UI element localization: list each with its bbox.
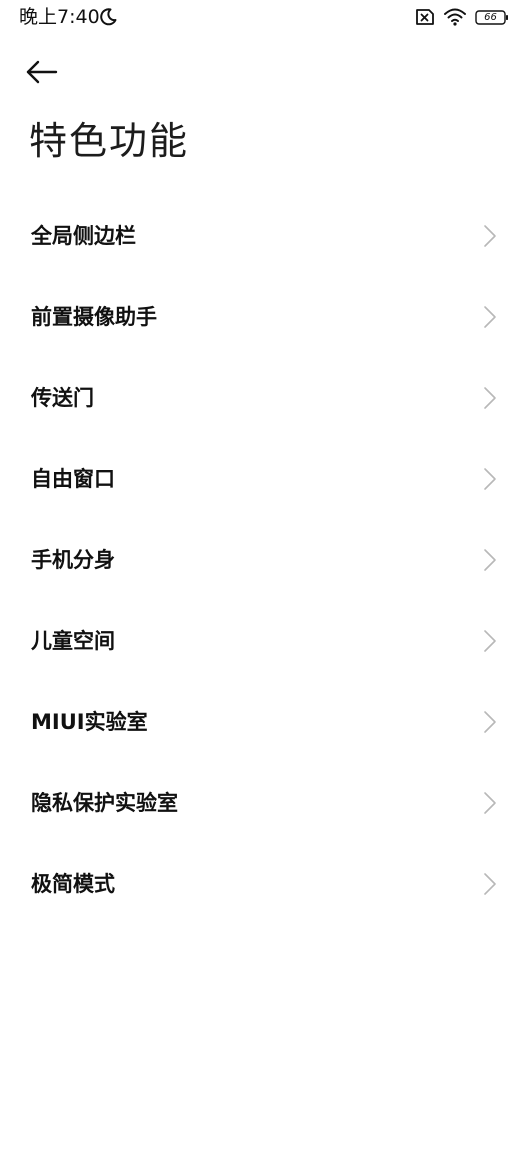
chevron-right-icon [484, 873, 496, 895]
list-item-label: 前置摄像助手 [31, 305, 157, 329]
list-item-kids-space[interactable]: 儿童空间 [0, 601, 527, 682]
list-item-free-window[interactable]: 自由窗口 [0, 439, 527, 520]
list-item-label: 儿童空间 [31, 629, 115, 653]
battery-level: 66 [484, 11, 497, 23]
chevron-right-icon [484, 792, 496, 814]
chevron-right-icon [484, 549, 496, 571]
wifi-icon [444, 8, 466, 26]
list-item-front-camera-assistant[interactable]: 前置摄像助手 [0, 277, 527, 358]
chevron-right-icon [484, 306, 496, 328]
list-item-label: 传送门 [31, 386, 94, 410]
status-icons: 66 [413, 7, 509, 27]
list-item-label: 自由窗口 [31, 467, 115, 491]
list-item-label: 手机分身 [31, 548, 115, 572]
moon-icon [100, 8, 117, 26]
chevron-right-icon [484, 225, 496, 247]
chevron-right-icon [484, 630, 496, 652]
status-time: 晚上7:40 [19, 6, 100, 28]
list-item-label: 极简模式 [31, 872, 115, 896]
back-arrow-icon [26, 60, 58, 84]
back-button[interactable] [24, 54, 68, 90]
feature-list: 全局侧边栏 前置摄像助手 传送门 自由窗口 手机分身 儿童空间 MIUI实验室 … [0, 196, 527, 925]
list-item-label: MIUI实验室 [31, 710, 148, 734]
list-item-miui-lab[interactable]: MIUI实验室 [0, 682, 527, 763]
list-item-privacy-lab[interactable]: 隐私保护实验室 [0, 763, 527, 844]
chevron-right-icon [484, 468, 496, 490]
list-item-minimal-mode[interactable]: 极简模式 [0, 844, 527, 925]
list-item-label: 全局侧边栏 [31, 224, 136, 248]
list-item-second-space[interactable]: 手机分身 [0, 520, 527, 601]
status-bar: 晚上7:40 66 [0, 0, 527, 36]
sim-off-icon [416, 9, 434, 25]
battery-icon: 66 [475, 9, 509, 25]
chevron-right-icon [484, 387, 496, 409]
list-item-portal[interactable]: 传送门 [0, 358, 527, 439]
page-title: 特色功能 [29, 119, 190, 163]
list-item-global-sidebar[interactable]: 全局侧边栏 [0, 196, 527, 277]
list-item-label: 隐私保护实验室 [31, 791, 178, 815]
chevron-right-icon [484, 711, 496, 733]
